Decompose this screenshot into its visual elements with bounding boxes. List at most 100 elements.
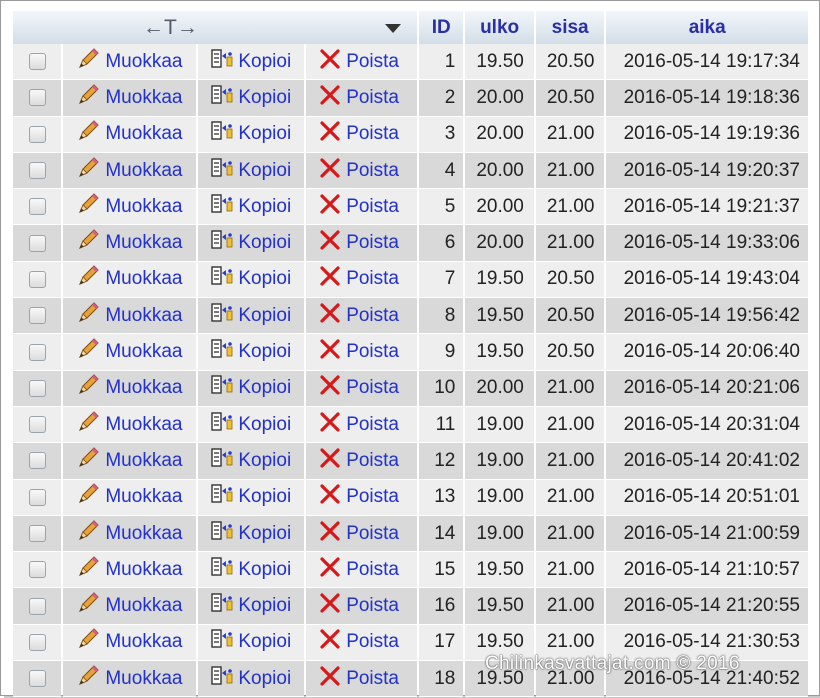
copy-link[interactable]: Kopioi [198,552,305,589]
edit-link[interactable]: Muokkaa [63,80,197,117]
table-row: Muokkaa Kopioi Pois [13,261,808,299]
edit-link[interactable]: Muokkaa [63,443,197,480]
cell-ulko: 20.00 [465,80,534,117]
cell-id: 13 [419,479,464,516]
row-checkbox[interactable] [28,198,46,216]
edit-link[interactable]: Muokkaa [63,44,197,81]
delete-link[interactable]: Poista [306,225,418,262]
copy-link[interactable]: Kopioi [198,515,305,553]
copy-link[interactable]: Kopioi [198,479,305,516]
copy-link[interactable]: Kopioi [198,261,305,299]
edit-link[interactable]: Muokkaa [63,552,197,589]
copy-link[interactable]: Kopioi [198,661,305,698]
row-checkbox[interactable] [28,561,46,579]
delete-link[interactable]: Poista [306,189,418,226]
edit-link[interactable]: Muokkaa [63,334,197,371]
cell-aika: 2016-05-14 21:10:57 [606,552,808,589]
copy-label: Kopioi [238,268,292,290]
delete-link[interactable]: Poista [306,443,418,480]
delete-label: Poista [346,522,399,544]
copy-link[interactable]: Kopioi [198,370,305,407]
dropdown-triangle-icon[interactable] [385,24,402,33]
copy-link[interactable]: Kopioi [198,588,305,625]
delete-link[interactable]: Poista [306,588,418,625]
row-checkbox[interactable] [28,270,46,288]
delete-link[interactable]: Poista [306,406,418,444]
edit-label: Muokkaa [105,413,183,435]
row-checkbox[interactable] [28,670,46,688]
copy-link[interactable]: Kopioi [198,624,305,662]
cell-ulko: 19.50 [465,552,534,589]
row-checkbox[interactable] [28,307,46,325]
edit-link[interactable]: Muokkaa [63,406,197,444]
copy-link[interactable]: Kopioi [198,116,305,153]
column-header-ulko[interactable]: ulko [465,11,534,44]
delete-link[interactable]: Poista [306,116,418,153]
copy-link[interactable]: Kopioi [198,189,305,226]
copy-icon [210,447,234,475]
row-checkbox[interactable] [28,162,46,180]
copy-link[interactable]: Kopioi [198,406,305,444]
delete-link[interactable]: Poista [306,624,418,662]
table-row: Muokkaa Kopioi Pois [13,479,808,516]
column-header-sisa[interactable]: sisa [535,11,605,44]
row-select-cell [13,515,62,553]
edit-link[interactable]: Muokkaa [63,624,197,662]
delete-x-icon [318,628,342,656]
delete-link[interactable]: Poista [306,334,418,371]
row-checkbox[interactable] [28,53,46,71]
column-toggle-arrows[interactable]: ←T→ [143,16,198,40]
column-header-id[interactable]: ID [419,11,464,44]
row-checkbox[interactable] [28,416,46,434]
row-checkbox[interactable] [28,343,46,361]
edit-link[interactable]: Muokkaa [63,225,197,262]
row-checkbox[interactable] [28,452,46,470]
edit-link[interactable]: Muokkaa [63,116,197,153]
copy-link[interactable]: Kopioi [198,225,305,262]
edit-link[interactable]: Muokkaa [63,588,197,625]
edit-link[interactable]: Muokkaa [63,189,197,226]
delete-label: Poista [346,123,399,145]
delete-link[interactable]: Poista [306,552,418,589]
edit-link[interactable]: Muokkaa [63,298,197,335]
delete-link[interactable]: Poista [306,515,418,553]
delete-link[interactable]: Poista [306,261,418,299]
edit-link[interactable]: Muokkaa [63,515,197,553]
cell-id: 9 [419,334,464,371]
row-checkbox[interactable] [28,234,46,252]
cell-ulko: 19.50 [465,298,534,335]
edit-link[interactable]: Muokkaa [63,261,197,299]
copy-icon [210,120,234,148]
delete-link[interactable]: Poista [306,298,418,335]
pencil-icon [77,410,101,439]
copy-link[interactable]: Kopioi [198,80,305,117]
copy-link[interactable]: Kopioi [198,443,305,480]
delete-x-icon [318,483,342,511]
row-checkbox[interactable] [28,633,46,651]
edit-link[interactable]: Muokkaa [63,370,197,407]
delete-link[interactable]: Poista [306,152,418,190]
row-checkbox[interactable] [28,379,46,397]
delete-link[interactable]: Poista [306,370,418,407]
edit-link[interactable]: Muokkaa [63,152,197,190]
copy-link[interactable]: Kopioi [198,298,305,335]
delete-link[interactable]: Poista [306,479,418,516]
row-checkbox[interactable] [28,524,46,542]
row-checkbox[interactable] [28,597,46,615]
column-header-aika[interactable]: aika [606,11,808,44]
delete-link[interactable]: Poista [306,661,418,698]
cell-sisa: 21.00 [535,515,605,553]
cell-aika: 2016-05-14 19:18:36 [606,80,808,117]
edit-label: Muokkaa [105,304,183,326]
copy-link[interactable]: Kopioi [198,152,305,190]
delete-link[interactable]: Poista [306,80,418,117]
edit-link[interactable]: Muokkaa [63,661,197,698]
delete-link[interactable]: Poista [306,44,418,81]
row-checkbox[interactable] [28,89,46,107]
row-checkbox[interactable] [28,125,46,143]
copy-link[interactable]: Kopioi [198,334,305,371]
edit-link[interactable]: Muokkaa [63,479,197,516]
row-checkbox[interactable] [28,488,46,506]
copy-link[interactable]: Kopioi [198,44,305,81]
copy-label: Kopioi [238,377,292,399]
